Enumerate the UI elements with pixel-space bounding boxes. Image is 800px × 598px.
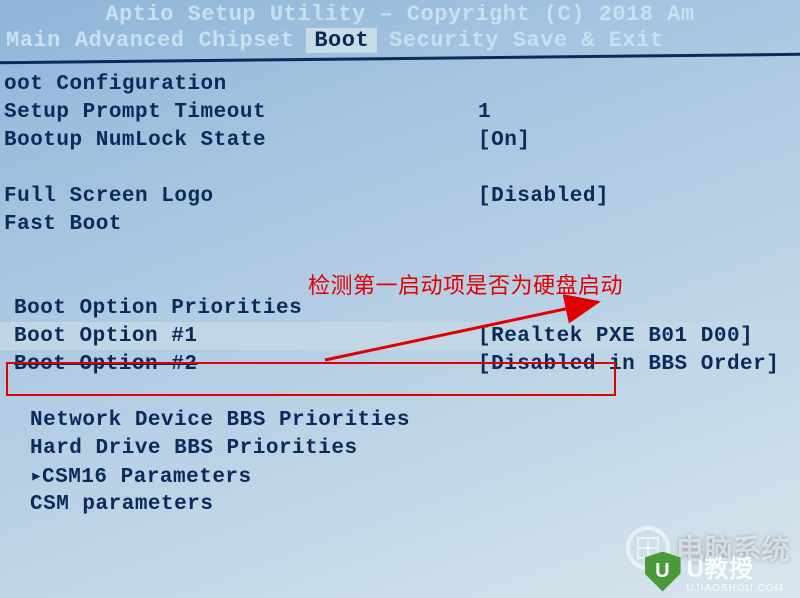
numlock-label[interactable]: Bootup NumLock State — [0, 129, 460, 152]
submenu-csm[interactable]: CSM parameters — [0, 493, 460, 516]
setup-prompt-label[interactable]: Setup Prompt Timeout — [0, 101, 460, 124]
submenu-harddrive-bbs[interactable]: Hard Drive BBS Priorities — [0, 437, 460, 460]
annotation-text: 检测第一启动项是否为硬盘启动 — [308, 268, 623, 300]
menu-divider — [0, 53, 800, 64]
menu-boot[interactable]: Boot — [306, 28, 377, 53]
watermark-2: U U教授 UJIAOSHOU.COM — [645, 549, 784, 594]
menu-main[interactable]: Main — [4, 28, 63, 53]
caret-icon: ▸ — [30, 463, 42, 489]
numlock-value[interactable]: [On] — [460, 129, 800, 152]
boot-option-1-row[interactable]: Boot Option #1 [Realtek PXE B01 D00] — [0, 322, 800, 350]
menu-chipset[interactable]: Chipset — [196, 28, 296, 53]
bios-title: Aptio Setup Utility – Copyright (C) 2018… — [0, 2, 800, 27]
submenu-csm16[interactable]: ▸CSM16 Parameters — [0, 463, 460, 489]
shield-icon: U — [645, 552, 681, 592]
boot-option-1-label: Boot Option #1 — [0, 325, 460, 348]
annotation-box — [6, 362, 616, 396]
menu-advanced[interactable]: Advanced — [73, 28, 187, 53]
fullscreen-logo-value[interactable]: [Disabled] — [460, 185, 800, 208]
section-header: oot Configuration — [0, 73, 460, 96]
bios-menu-bar: Main Advanced Chipset Boot Security Save… — [0, 28, 800, 53]
fullscreen-logo-label[interactable]: Full Screen Logo — [0, 185, 460, 208]
menu-security[interactable]: Security — [387, 28, 501, 53]
menu-save-exit[interactable]: Save & Exit — [511, 28, 666, 53]
setup-prompt-value[interactable]: 1 — [460, 101, 800, 124]
submenu-network-bbs[interactable]: Network Device BBS Priorities — [0, 409, 460, 432]
fastboot-label[interactable]: Fast Boot — [0, 213, 460, 236]
boot-option-1-value: [Realtek PXE B01 D00] — [460, 325, 800, 348]
